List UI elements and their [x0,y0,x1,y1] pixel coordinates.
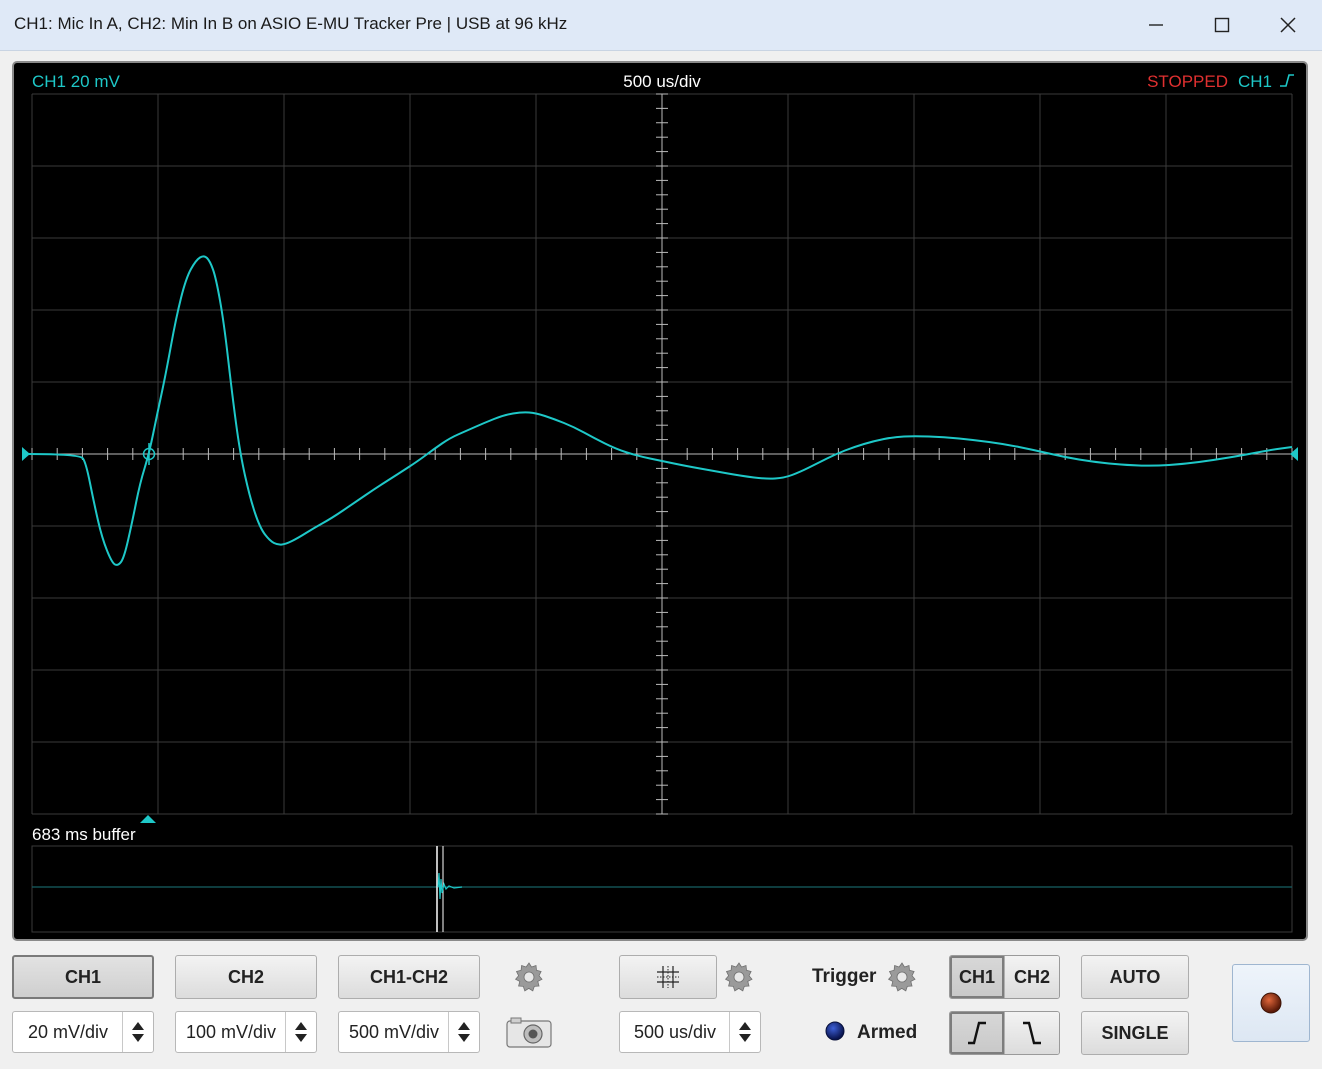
close-button[interactable] [1265,8,1311,42]
scope-canvas[interactable]: CH1 20 mV 500 us/div STOPPED CH1 683 ms … [14,63,1306,939]
record-icon [1260,992,1282,1014]
maximize-icon [1214,17,1230,33]
arrow-down-icon[interactable] [295,1034,307,1042]
ground-marker-right[interactable] [1290,447,1298,461]
math-scale-arrows[interactable] [448,1012,479,1052]
minimize-icon [1149,24,1163,26]
arrow-up-icon[interactable] [295,1022,307,1030]
ch1-scale-arrows[interactable] [122,1012,153,1052]
screenshot-button[interactable] [505,1015,553,1049]
auto-button[interactable]: AUTO [1081,955,1189,999]
trigger-source-readout: CH1 [1238,72,1272,91]
buffer-label: 683 ms buffer [32,825,136,844]
minimize-button[interactable] [1133,8,1179,42]
scope-display[interactable]: CH1 20 mV 500 us/div STOPPED CH1 683 ms … [12,61,1308,941]
arrow-down-icon[interactable] [132,1034,144,1042]
rising-edge-icon [1280,74,1294,87]
timebase-settings-gear-icon[interactable] [722,960,756,994]
run-status: STOPPED [1147,72,1228,91]
math-scale-spinner[interactable]: 500 mV/div [338,1011,480,1053]
trigger-source-ch1[interactable]: CH1 [950,956,1004,998]
maximize-button[interactable] [1199,8,1245,42]
record-button[interactable] [1232,964,1310,1042]
slope-falling-button[interactable] [1004,1012,1059,1054]
math-scale-value[interactable]: 500 mV/div [339,1012,449,1052]
title-bar: CH1: Mic In A, CH2: Min In B on ASIO E-M… [0,0,1322,51]
channel-scale-readout: CH1 20 mV [32,72,121,91]
single-button[interactable]: SINGLE [1081,1011,1189,1055]
arrow-up-icon[interactable] [739,1022,751,1030]
ch2-scale-arrows[interactable] [285,1012,316,1052]
armed-indicator-icon [825,1021,845,1041]
arrow-down-icon[interactable] [458,1034,470,1042]
timebase-readout: 500 us/div [623,72,701,91]
timebase-spinner[interactable]: 500 us/div [619,1011,761,1053]
window-title: CH1: Mic In A, CH2: Min In B on ASIO E-M… [14,14,568,33]
ch1-button[interactable]: CH1 [12,955,154,999]
buffer-overview[interactable] [31,845,1293,933]
timebase-value[interactable]: 500 us/div [620,1012,730,1052]
trigger-position-marker[interactable] [140,815,156,823]
grid-icon [657,966,679,988]
ground-marker-left[interactable] [22,447,30,461]
ch2-scale-spinner[interactable]: 100 mV/div [175,1011,317,1053]
slope-rising-button[interactable] [950,1012,1004,1054]
arrow-up-icon[interactable] [458,1022,470,1030]
trigger-source-ch2[interactable]: CH2 [1004,956,1059,998]
ch1-minus-ch2-button[interactable]: CH1-CH2 [338,955,480,999]
falling-edge-icon [1023,1021,1041,1045]
ch2-scale-value[interactable]: 100 mV/div [176,1012,286,1052]
axis-ticks [31,93,1293,815]
arrow-down-icon[interactable] [739,1034,751,1042]
rising-edge-icon [968,1021,986,1045]
trigger-source-selector[interactable]: CH1 CH2 [949,955,1060,999]
arrow-up-icon[interactable] [132,1022,144,1030]
ch1-scale-spinner[interactable]: 20 mV/div [12,1011,154,1053]
trigger-slope-selector[interactable] [949,1011,1060,1055]
grid-toggle-button[interactable] [619,955,717,999]
math-settings-gear-icon[interactable] [512,960,546,994]
ch1-scale-value[interactable]: 20 mV/div [13,1012,123,1052]
armed-label: Armed [857,1022,918,1043]
close-icon [1280,17,1296,33]
trigger-settings-gear-icon[interactable] [885,960,919,994]
timebase-arrows[interactable] [729,1012,760,1052]
trigger-label: Trigger [812,966,877,987]
camera-icon [506,1017,552,1048]
ch2-button[interactable]: CH2 [175,955,317,999]
